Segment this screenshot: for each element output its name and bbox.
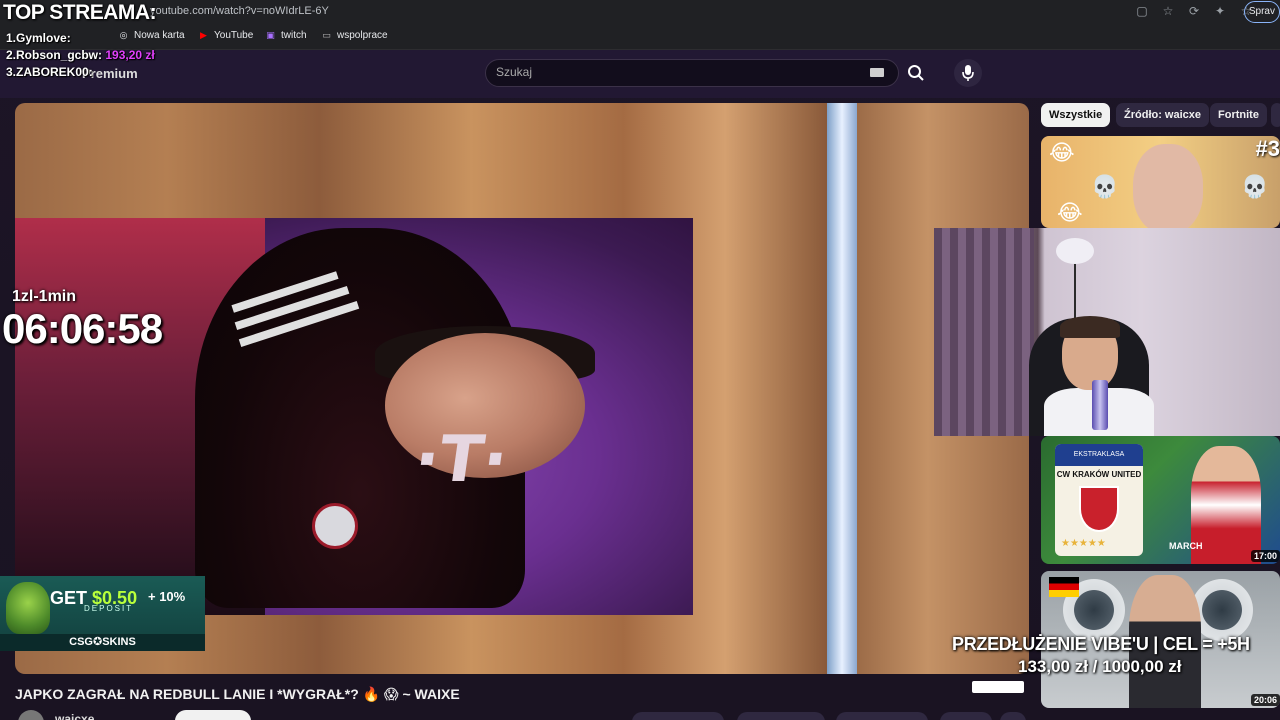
bookmark-label: twitch [281,30,307,41]
laughing-emoji-icon: 😂 [1049,140,1075,165]
refresh-icon[interactable]: ⟳ [1186,3,1202,19]
video-duration: 17:00 [1250,550,1280,562]
thumbnail-face [1133,144,1203,228]
donor-name: 3.ZABOREK00: [6,65,93,79]
like-button[interactable] [632,712,724,720]
voice-search-button[interactable] [954,59,982,87]
thumbnail-march-label: MARCH [1169,541,1203,551]
streamer-webcam [934,228,1280,436]
subscribe-button[interactable] [175,710,251,720]
video-duration: 20:06 [1250,694,1280,706]
youtube-icon: ▶ [200,30,207,40]
donor-name: 2.Robson_gcbw: [6,48,103,62]
extensions-icon[interactable]: ✦ [1212,3,1228,19]
channel-name[interactable]: waicxe [55,712,94,720]
webcam-streamer-hair [1060,316,1120,338]
video-inner-clip: ·T· [15,218,693,615]
download-button[interactable] [836,712,928,720]
screen-cast-icon[interactable]: ▢ [1134,3,1150,19]
ad-percent: + 10% [148,589,186,604]
thumbnail-league-label: EKSTRAKLASA [1055,444,1143,466]
search-input[interactable]: Szukaj [496,65,532,79]
top-donors-title: TOP STREAMA: [3,1,157,24]
search-icon [908,65,924,81]
search-box[interactable] [485,59,899,87]
profile-button[interactable]: Sprav [1243,1,1280,23]
recommended-video-thumbnail[interactable]: EKSTRAKLASA CW KRAKÓW UNITED ★★★★★ MARCH… [1041,436,1280,564]
bookmark-wspolprace[interactable]: ▭ wspolprace [321,30,388,41]
german-flag-icon [1049,577,1079,597]
more-actions-button[interactable] [1000,712,1026,720]
goal-title: PRZEDŁUŻENIE VIBE'U | CEL = +5H [952,634,1250,654]
browser-toolbar-icons: ▢ ☆ ⟳ ✦ ☆ [1134,3,1254,19]
skull-emoji-icon: 💀 [1091,174,1119,199]
top-donor-row: 2.Robson_gcbw: 193,20 zł [6,47,155,64]
twitch-icon: ▣ [266,30,275,40]
url-text[interactable]: youtube.com/watch?v=noWIdrLE-6Y [150,5,329,17]
top-donor-row: 1.Gymlove: [6,30,155,47]
chip-fortnite[interactable]: Fortnite [1210,103,1267,127]
ad-monster-mascot [6,582,50,634]
bookmarks-bar: ◎ Nowa karta ▶ YouTube ▣ twitch ▭ wspolp… [0,24,1280,50]
keyboard-icon[interactable] [870,68,884,77]
search-button[interactable] [902,60,930,86]
webcam-drink-can [1092,380,1108,430]
laughing-emoji-icon: 😂 [1057,200,1083,225]
ad-deposit-label: DEPOSIT [84,604,134,613]
subathon-rate-label: 1zl-1min [12,288,77,305]
thumbnail-club-name: CW KRAKÓW UNITED [1056,470,1142,479]
rating-stars-icon: ★★★★★ [1061,538,1106,549]
thumbnail-episode-number: #3 [1255,136,1280,161]
chip-all[interactable]: Wszystkie [1041,103,1111,127]
donor-amount: 193,20 zł [105,48,155,62]
chip-source[interactable]: Źródło: waicxe [1116,103,1210,127]
chip-more[interactable] [1271,103,1280,127]
club-crest-icon [1079,486,1119,532]
goal-amount: 133,00 zł / 1000,00 zł [1018,657,1182,676]
donor-name: 1.Gymlove: [6,31,71,45]
ad-get-text: GET [50,588,88,608]
jersey-crest [312,503,358,549]
browser-address-bar: youtube.com/watch?v=noWIdrLE-6Y ▢ ☆ ⟳ ✦ … [0,0,1280,24]
webcam-curtain [934,228,1034,436]
bookmark-label: wspolprace [337,30,388,41]
video-scene-door [827,103,857,674]
clip-button[interactable] [940,712,992,720]
goal-progress-bar [972,681,1024,693]
webcam-lampshade [1056,238,1094,264]
recommended-video-thumbnail[interactable]: 😂 💀 😂 💀 #3 [1041,136,1280,228]
bookmark-twitch[interactable]: ▣ twitch [265,30,307,41]
share-button[interactable] [737,712,825,720]
skull-emoji-icon: 💀 [1241,174,1269,199]
channel-avatar[interactable] [18,710,44,720]
top-donor-row: 3.ZABOREK00: [6,64,155,81]
screen: youtube.com/watch?v=noWIdrLE-6Y ▢ ☆ ⟳ ✦ … [0,0,1280,720]
subathon-timer: 06:06:58 [2,305,163,352]
star-icon[interactable]: ☆ [1160,3,1176,19]
bookmark-youtube[interactable]: ▶ YouTube [198,30,253,41]
folder-icon: ▭ [322,30,331,40]
top-donors-list: 1.Gymlove: 2.Robson_gcbw: 193,20 zł 3.ZA… [6,30,155,81]
ad-brand: CSG✪SKINS [0,634,205,651]
bookmark-label: YouTube [214,30,254,41]
jersey-t-logo: ·T· [409,423,513,497]
microphone-icon [962,65,974,81]
video-title: JAPKO ZAGRAŁ NA REDBULL LANIE I *WYGRAŁ*… [15,686,460,702]
